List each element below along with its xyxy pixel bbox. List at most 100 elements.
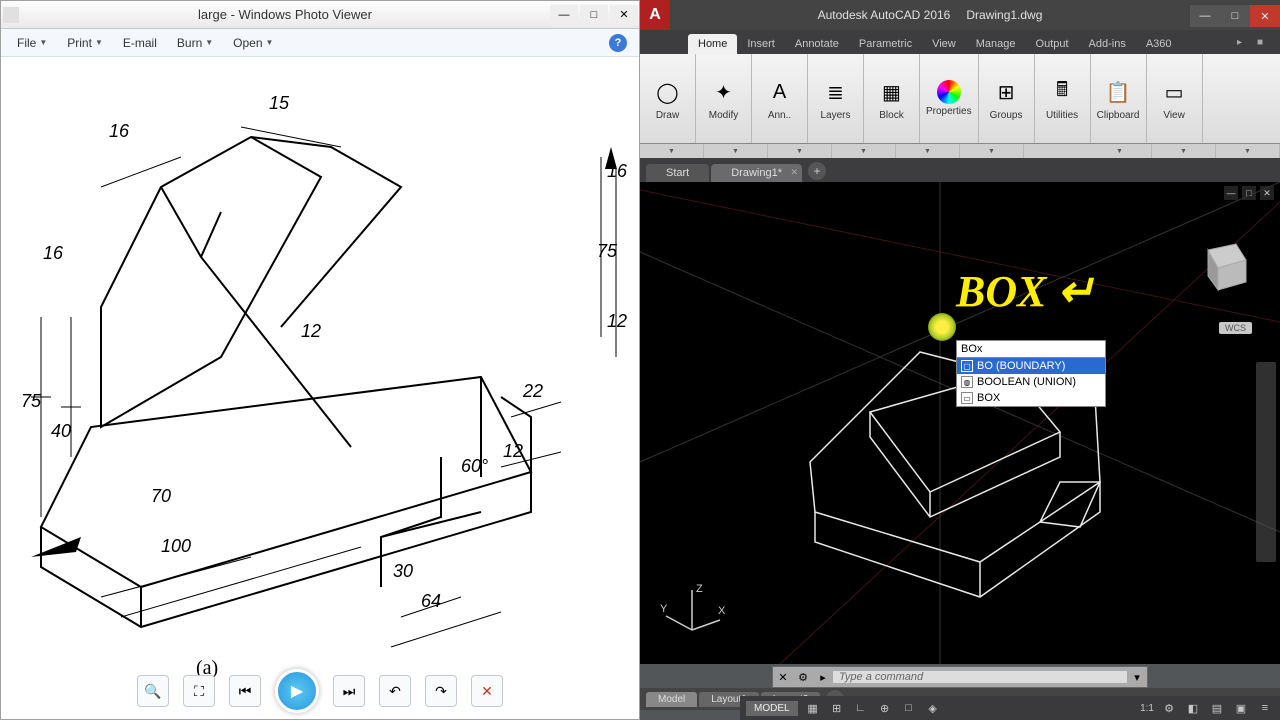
status-scale[interactable]: 1:1 <box>1140 703 1154 714</box>
dim-75b: 75 <box>597 241 618 261</box>
expand-utilities[interactable] <box>1088 144 1152 158</box>
panel-layers[interactable]: ≣Layers <box>808 54 864 143</box>
expand-draw[interactable] <box>640 144 704 158</box>
expand-ann[interactable] <box>768 144 832 158</box>
next-button[interactable]: ⏭ <box>333 675 365 707</box>
ribbon-play-icon[interactable]: ▸ <box>1237 37 1251 51</box>
ucs-icon: Z Y X <box>656 582 726 648</box>
boolean-icon: ◍ <box>961 376 973 388</box>
filetab-add-button[interactable]: + <box>808 162 826 180</box>
panel-draw[interactable]: ◯Draw <box>640 54 696 143</box>
autocomplete-option-boundary[interactable]: ▢BO (BOUNDARY) <box>957 358 1105 374</box>
navigation-bar[interactable] <box>1256 362 1276 562</box>
viewcube[interactable] <box>1188 232 1254 298</box>
ac-close-button[interactable]: ✕ <box>1250 5 1280 27</box>
cmdline-dropdown-icon[interactable]: ▾ <box>1127 671 1147 684</box>
clean-screen-icon[interactable]: ▣ <box>1232 699 1250 717</box>
expand-clipboard[interactable] <box>1152 144 1216 158</box>
slideshow-button[interactable]: ▶ <box>275 669 319 713</box>
photo-viewer-window: large - Windows Photo Viewer — □ ✕ File▼… <box>0 0 640 720</box>
customize-status-icon[interactable]: ≡ <box>1256 699 1274 717</box>
tab-manage[interactable]: Manage <box>966 34 1026 54</box>
pv-appicon <box>3 7 19 23</box>
pv-titlebar: large - Windows Photo Viewer — □ ✕ <box>1 1 639 29</box>
close-button[interactable]: ✕ <box>610 5 638 25</box>
drawing-viewport[interactable]: — □ ✕ <box>640 182 1280 664</box>
delete-button[interactable]: ✕ <box>471 675 503 707</box>
layouttab-model[interactable]: Model <box>646 692 697 707</box>
isoplane-icon[interactable]: ◈ <box>924 699 942 717</box>
dim-16c: 16 <box>607 161 628 181</box>
cmdline-customize-icon[interactable]: ⚙ <box>793 671 813 684</box>
expand-modify[interactable] <box>704 144 768 158</box>
tab-output[interactable]: Output <box>1026 34 1079 54</box>
status-model-button[interactable]: MODEL <box>746 701 798 716</box>
tab-insert[interactable]: Insert <box>737 34 785 54</box>
panel-annotation[interactable]: AAnn.. <box>752 54 808 143</box>
expand-block[interactable] <box>896 144 960 158</box>
tab-a360[interactable]: A360 <box>1136 34 1182 54</box>
command-line[interactable]: ✕ ⚙ ▸ Type a command ▾ <box>772 666 1148 688</box>
dim-12b: 12 <box>503 441 523 461</box>
grid-toggle-icon[interactable]: ▦ <box>804 699 822 717</box>
filetab-close-icon[interactable]: ✕ <box>790 167 798 178</box>
osnap-toggle-icon[interactable]: □ <box>900 699 918 717</box>
ac-maximize-button[interactable]: □ <box>1220 5 1250 27</box>
tab-home[interactable]: Home <box>688 34 737 54</box>
cursor-highlight-icon <box>928 313 956 341</box>
panel-view[interactable]: ▭View <box>1147 54 1203 143</box>
autocomplete-option-box[interactable]: ▭BOX <box>957 390 1105 406</box>
fit-button[interactable]: ⛶ <box>183 675 215 707</box>
panel-clipboard[interactable]: 📋Clipboard <box>1091 54 1147 143</box>
utilities-icon: 🖩 <box>1046 76 1078 108</box>
svg-text:Y: Y <box>660 603 668 615</box>
menu-print[interactable]: Print▼ <box>57 36 113 50</box>
expand-view[interactable] <box>1216 144 1280 158</box>
panel-utilities[interactable]: 🖩Utilities <box>1035 54 1091 143</box>
ac-minimize-button[interactable]: — <box>1190 5 1220 27</box>
zoom-button[interactable]: 🔍 <box>137 675 169 707</box>
isolate-icon[interactable]: ◧ <box>1184 699 1202 717</box>
rotate-ccw-button[interactable]: ↶ <box>379 675 411 707</box>
dim-12a: 12 <box>301 321 321 341</box>
filetab-start[interactable]: Start <box>646 164 709 182</box>
gear-icon[interactable]: ⚙ <box>1160 699 1178 717</box>
expand-layers[interactable] <box>832 144 896 158</box>
autocomplete-option-boolean[interactable]: ◍BOOLEAN (UNION) <box>957 374 1105 390</box>
tab-annotate[interactable]: Annotate <box>785 34 849 54</box>
snap-toggle-icon[interactable]: ⊞ <box>828 699 846 717</box>
panel-modify[interactable]: ✦Modify <box>696 54 752 143</box>
tab-parametric[interactable]: Parametric <box>849 34 922 54</box>
image-canvas: 15 16 16 12 75 40 70 100 30 64 22 12 60°… <box>1 57 639 657</box>
menu-burn[interactable]: Burn▼ <box>167 36 223 50</box>
menu-file[interactable]: File▼ <box>7 36 57 50</box>
cmdline-prompt-icon: ▸ <box>813 671 833 684</box>
ribbon-collapse-icon[interactable]: ■ <box>1257 37 1271 51</box>
help-icon[interactable]: ? <box>609 34 627 52</box>
draw-icon: ◯ <box>652 76 684 108</box>
wcs-label[interactable]: WCS <box>1219 322 1252 334</box>
ortho-toggle-icon[interactable]: ∟ <box>852 699 870 717</box>
prev-button[interactable]: ⏮ <box>229 675 261 707</box>
cmdline-input[interactable]: Type a command <box>833 671 1127 683</box>
dynamic-input[interactable]: BOx <box>957 341 1105 358</box>
tab-view[interactable]: View <box>922 34 966 54</box>
expand-properties[interactable] <box>960 144 1024 158</box>
cmdline-close-icon[interactable]: ✕ <box>773 671 793 684</box>
rotate-cw-button[interactable]: ↷ <box>425 675 457 707</box>
panel-groups[interactable]: ⊞Groups <box>979 54 1035 143</box>
file-tabs: Start Drawing1*✕ + <box>640 158 1280 182</box>
menu-open[interactable]: Open▼ <box>223 36 283 50</box>
polar-toggle-icon[interactable]: ⊕ <box>876 699 894 717</box>
filetab-drawing1[interactable]: Drawing1*✕ <box>711 164 802 182</box>
panel-properties[interactable]: Properties <box>920 54 979 143</box>
tab-addins[interactable]: Add-ins <box>1079 34 1136 54</box>
dim-60: 60° <box>461 456 488 476</box>
maximize-button[interactable]: □ <box>580 5 608 25</box>
hardware-accel-icon[interactable]: ▤ <box>1208 699 1226 717</box>
menu-email[interactable]: E-mail <box>113 36 167 50</box>
panel-block[interactable]: ▦Block <box>864 54 920 143</box>
autocad-logo-icon[interactable]: A <box>640 0 670 30</box>
dim-16b: 16 <box>43 243 64 263</box>
minimize-button[interactable]: — <box>550 5 578 25</box>
